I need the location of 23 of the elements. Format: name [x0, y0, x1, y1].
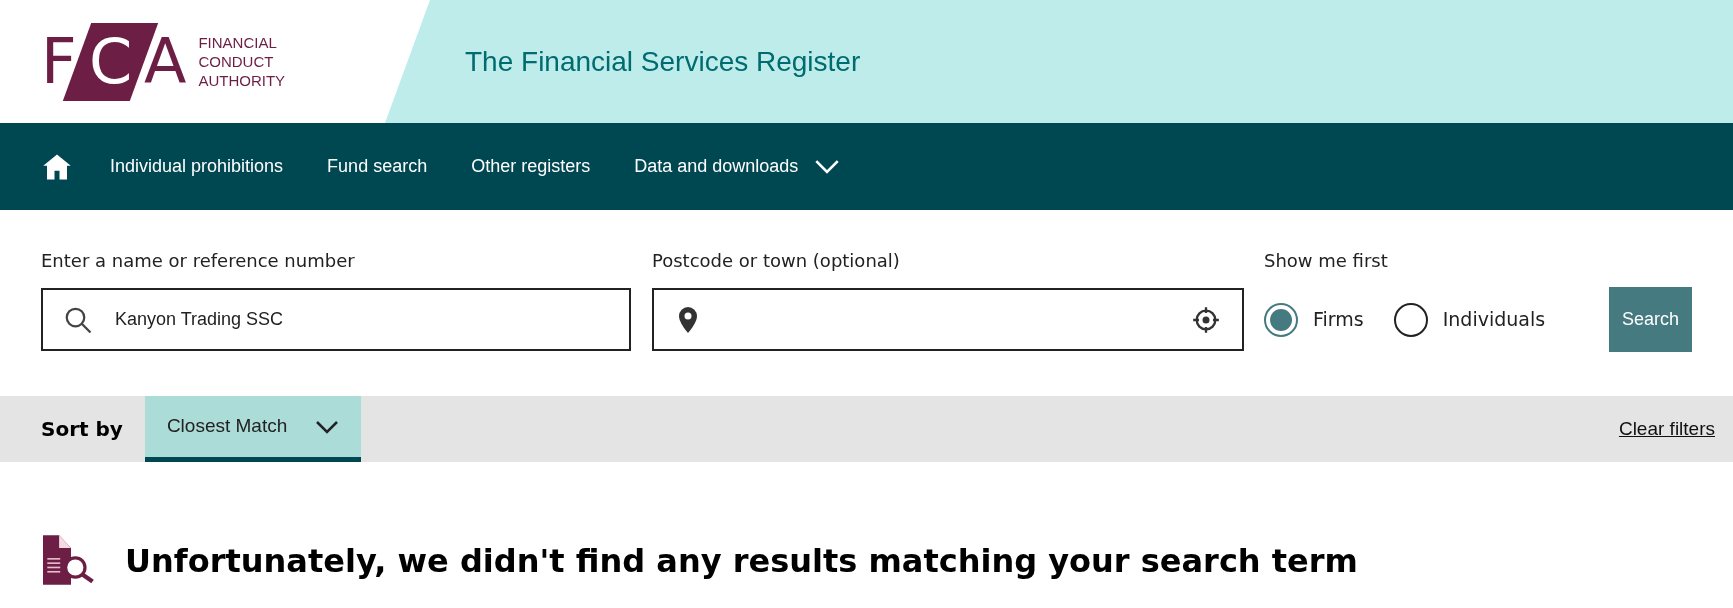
radio-button[interactable] [1393, 302, 1428, 337]
chevron-down-icon [315, 419, 340, 434]
nav-link[interactable]: Other registers [471, 153, 591, 180]
no-results-message: Unfortunately, we didn't find any results matching your search term [125, 541, 1358, 582]
sort-dropdown[interactable]: Closest Match [144, 396, 362, 462]
radio-button[interactable] [1264, 302, 1298, 337]
register-title: The Financial Services Register [465, 44, 861, 79]
radio-label: Individuals [1442, 307, 1546, 333]
field-label: Enter a name or reference number [41, 249, 356, 273]
nav-link[interactable]: Fund search [327, 153, 428, 180]
crosshair-icon[interactable] [1192, 305, 1220, 334]
nav-link[interactable]: Individual prohibitions [110, 153, 284, 180]
search-button[interactable]: Search [1609, 287, 1692, 352]
chevron-down-icon [814, 159, 841, 174]
radio-label: Firms [1313, 307, 1364, 333]
location-pin-icon [676, 305, 700, 334]
sort-label: Sort by [41, 416, 123, 443]
postcode-field[interactable] [652, 288, 1244, 351]
nav-dropdown[interactable]: Data and downloads [634, 153, 841, 180]
name-search-field[interactable]: Kanyon Trading SSC [41, 288, 631, 351]
field-label: Postcode or town (optional) [652, 249, 901, 273]
clear-filters-link[interactable]: Clear filters [1618, 414, 1715, 444]
field-label: Show me first [1264, 249, 1389, 273]
